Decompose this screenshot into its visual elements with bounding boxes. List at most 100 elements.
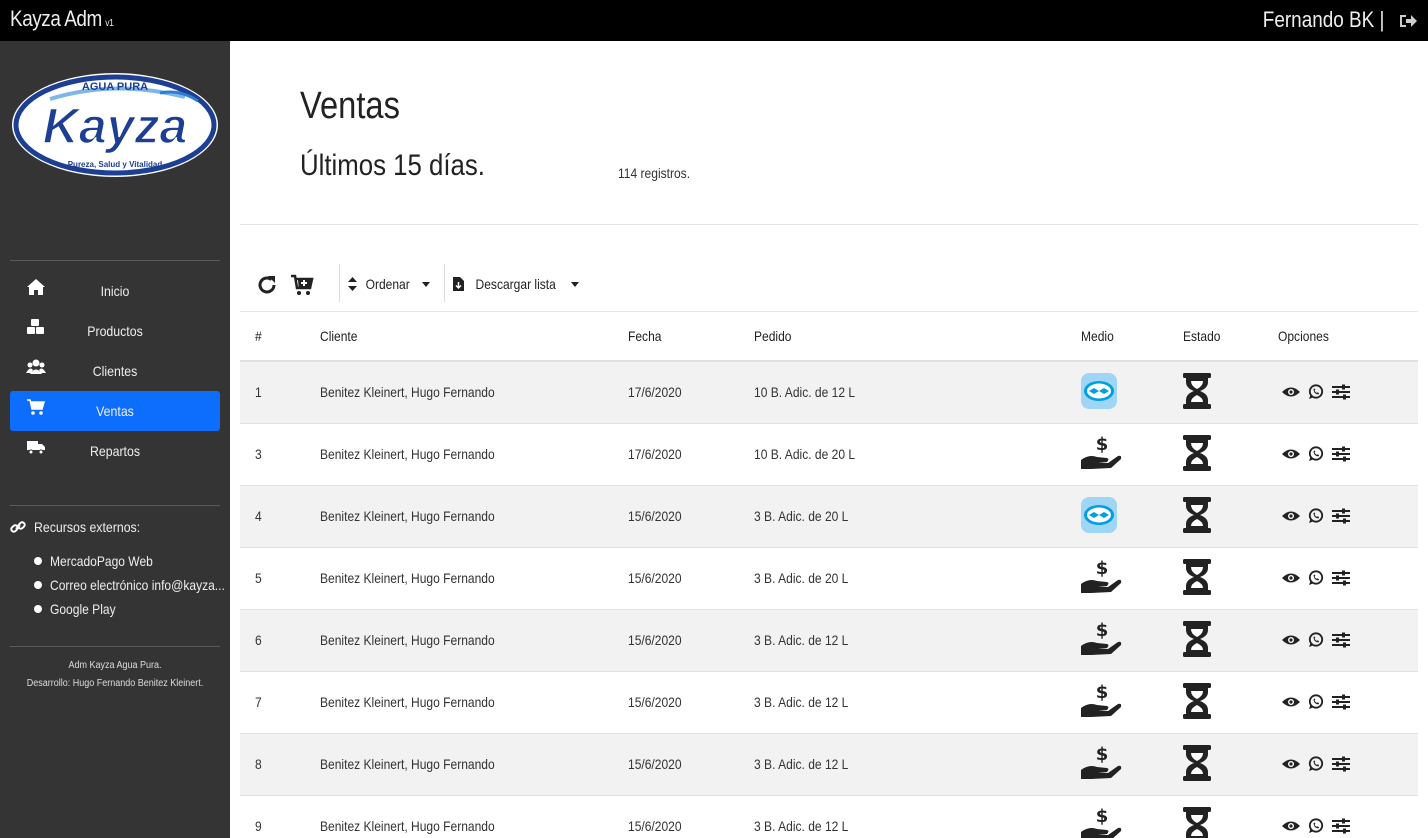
whatsapp-icon[interactable] [1308, 694, 1324, 710]
whatsapp-icon[interactable] [1308, 508, 1324, 524]
svg-text:$: $ [1096, 434, 1109, 455]
sliders-icon[interactable] [1332, 446, 1350, 462]
table-row[interactable]: 5 Benitez Kleinert, Hugo Fernando 15/6/202… [240, 547, 1418, 610]
cell-estado [1168, 361, 1263, 424]
sliders-icon[interactable] [1332, 818, 1350, 834]
eye-icon[interactable] [1282, 820, 1300, 832]
sliders-icon[interactable] [1332, 570, 1350, 586]
cell-opciones [1263, 733, 1418, 796]
eye-icon[interactable] [1282, 696, 1300, 708]
cell-fecha: 15/6/2020 [613, 733, 739, 796]
cash-payment-icon: $ [1081, 434, 1122, 469]
whatsapp-icon[interactable] [1308, 570, 1324, 586]
footer-line-2: Desarrollo: Hugo Fernando Benitez Kleine… [26, 678, 204, 689]
link-icon [10, 521, 26, 533]
cell-id: 6 [240, 609, 305, 672]
table-row[interactable]: 1 Benitez Kleinert, Hugo Fernando 17/6/202… [240, 361, 1418, 424]
add-to-cart-icon[interactable] [290, 273, 314, 297]
table-row[interactable]: 8 Benitez Kleinert, Hugo Fernando 15/6/202… [240, 733, 1418, 796]
cell-pedido: 10 B. Adic. de 20 L [739, 423, 1066, 486]
cell-fecha: 17/6/2020 [613, 423, 739, 486]
eye-icon[interactable] [1282, 386, 1300, 398]
sliders-icon[interactable] [1332, 384, 1350, 400]
app-title: Kayza Adm [10, 6, 102, 31]
sidebar-item-ventas[interactable]: Ventas [10, 391, 220, 431]
eye-icon[interactable] [1282, 510, 1300, 522]
cash-payment-icon: $ [1081, 744, 1122, 779]
resource-link-google-play[interactable]: Google Play [34, 599, 224, 623]
resource-link-email[interactable]: Correo electrónico info@kayza... [34, 575, 224, 599]
sidebar-divider [10, 505, 220, 506]
column-header[interactable]: Pedido [739, 312, 1066, 362]
cell-opciones [1263, 423, 1418, 486]
sliders-icon[interactable] [1332, 508, 1350, 524]
eye-icon[interactable] [1282, 634, 1300, 646]
cash-payment-icon: $ [1081, 682, 1122, 717]
cell-id: 7 [240, 671, 305, 734]
refresh-icon[interactable] [255, 273, 279, 297]
whatsapp-icon[interactable] [1308, 446, 1324, 462]
cell-medio: $ [1066, 671, 1168, 734]
column-header[interactable]: # [240, 312, 305, 362]
file-download-icon [453, 277, 464, 291]
order-dropdown[interactable]: Ordenar [348, 276, 431, 292]
sliders-icon[interactable] [1332, 694, 1350, 710]
sidebar-item-productos[interactable]: Productos [10, 311, 220, 351]
column-header[interactable]: Opciones [1263, 312, 1418, 362]
resource-link-mercadopago[interactable]: MercadoPago Web [34, 551, 224, 575]
cell-fecha: 15/6/2020 [613, 795, 739, 838]
cell-estado [1168, 795, 1263, 838]
table-row[interactable]: 6 Benitez Kleinert, Hugo Fernando 15/6/202… [240, 609, 1418, 672]
cell-medio: $ [1066, 423, 1168, 486]
sidebar-item-label: Productos [87, 323, 143, 339]
sales-table: # Cliente Fecha Pedido Medio Estado Opci… [240, 312, 1418, 838]
logo-tagline-text: Pureza, Salud y Vitalidad [68, 160, 163, 169]
cell-estado [1168, 733, 1263, 796]
cell-medio: $ [1066, 733, 1168, 796]
eye-icon[interactable] [1282, 758, 1300, 770]
cell-pedido: 3 B. Adic. de 12 L [739, 795, 1066, 838]
table-row[interactable]: 7 Benitez Kleinert, Hugo Fernando 15/6/202… [240, 671, 1418, 734]
svg-text:$: $ [1096, 558, 1109, 579]
logo-top-text: AGUA PURA [82, 81, 148, 93]
cell-pedido: 10 B. Adic. de 12 L [739, 361, 1066, 424]
sliders-icon[interactable] [1332, 632, 1350, 648]
cell-pedido: 3 B. Adic. de 20 L [739, 547, 1066, 610]
cell-opciones [1263, 547, 1418, 610]
sidebar-item-inicio[interactable]: Inicio [10, 271, 220, 311]
sidebar-item-repartos[interactable]: Repartos [10, 431, 220, 471]
cell-id: 5 [240, 547, 305, 610]
whatsapp-icon[interactable] [1308, 384, 1324, 400]
whatsapp-icon[interactable] [1308, 632, 1324, 648]
sidebar-item-clientes[interactable]: Clientes [10, 351, 220, 391]
app-brand[interactable]: Kayza Adm v1 [10, 6, 114, 32]
download-dropdown[interactable]: Descargar lista [453, 276, 580, 292]
cell-id: 4 [240, 485, 305, 548]
cash-payment-icon: $ [1081, 558, 1122, 593]
whatsapp-icon[interactable] [1308, 756, 1324, 772]
cell-estado [1168, 609, 1263, 672]
hourglass-icon [1183, 558, 1211, 595]
column-header[interactable]: Medio [1066, 312, 1168, 362]
column-header[interactable]: Cliente [305, 312, 613, 362]
eye-icon[interactable] [1282, 448, 1300, 460]
sliders-icon[interactable] [1332, 756, 1350, 772]
svg-text:$: $ [1096, 682, 1109, 703]
toolbar-divider [444, 264, 445, 302]
cell-fecha: 15/6/2020 [613, 485, 739, 548]
chevron-down-icon [422, 281, 431, 287]
logout-icon[interactable] [1398, 12, 1418, 30]
column-header[interactable]: Fecha [613, 312, 739, 362]
cell-opciones [1263, 485, 1418, 548]
table-row[interactable]: 9 Benitez Kleinert, Hugo Fernando 15/6/202… [240, 795, 1418, 838]
cell-pedido: 3 B. Adic. de 12 L [739, 733, 1066, 796]
eye-icon[interactable] [1282, 572, 1300, 584]
table-row[interactable]: 4 Benitez Kleinert, Hugo Fernando 15/6/202… [240, 485, 1418, 548]
column-header[interactable]: Estado [1168, 312, 1263, 362]
table-row[interactable]: 3 Benitez Kleinert, Hugo Fernando 17/6/202… [240, 423, 1418, 486]
resources-title: Recursos externos: [10, 519, 155, 535]
cell-medio: $ [1066, 609, 1168, 672]
whatsapp-icon[interactable] [1308, 818, 1324, 834]
cell-estado [1168, 423, 1263, 486]
cell-cliente: Benitez Kleinert, Hugo Fernando [305, 671, 613, 734]
